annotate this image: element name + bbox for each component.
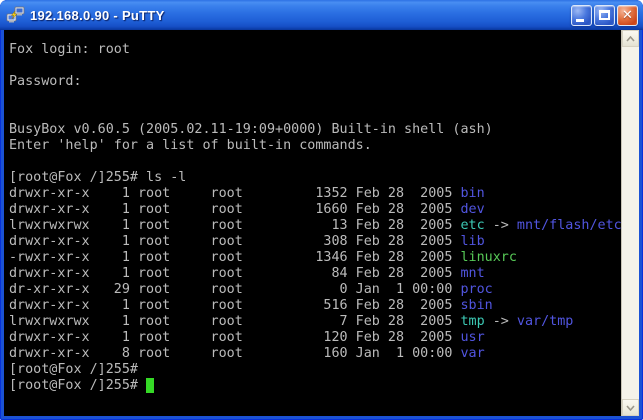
terminal-text: -rwxr-xr-x 1 root root 1346 Feb 28 2005 — [9, 250, 460, 265]
terminal-line — [9, 58, 621, 74]
terminal-text: sbin — [460, 298, 492, 313]
close-icon: ✕ — [618, 6, 637, 25]
terminal-line: drwxr-xr-x 1 root root 516 Feb 28 2005 s… — [9, 298, 621, 314]
terminal-line: Password: — [9, 74, 621, 90]
scroll-down-button[interactable] — [622, 399, 639, 416]
terminal-line — [9, 90, 621, 106]
terminal-text: drwxr-xr-x 1 root root 308 Feb 28 2005 — [9, 234, 460, 249]
terminal-text: [root@Fox /]255# ls -l — [9, 170, 186, 185]
terminal-text: mnt/flash/etc — [517, 218, 621, 233]
close-button[interactable]: ✕ — [617, 5, 638, 26]
terminal-cursor — [146, 378, 154, 393]
terminal-line: drwxr-xr-x 8 root root 160 Jan 1 00:00 v… — [9, 346, 621, 362]
terminal-text: proc — [460, 282, 492, 297]
putty-two-computers-icon — [6, 5, 26, 25]
terminal-line: -rwxr-xr-x 1 root root 1346 Feb 28 2005 … — [9, 250, 621, 266]
maximize-button[interactable] — [594, 5, 615, 26]
terminal-text: drwxr-xr-x 1 root root 516 Feb 28 2005 — [9, 298, 460, 313]
terminal-line: lrwxrwxrwx 1 root root 7 Feb 28 2005 tmp… — [9, 314, 621, 330]
title-bar[interactable]: 192.168.0.90 - PuTTY ✕ — [0, 0, 643, 30]
terminal-line: dr-xr-xr-x 29 root root 0 Jan 1 00:00 pr… — [9, 282, 621, 298]
terminal-line: drwxr-xr-x 1 root root 1660 Feb 28 2005 … — [9, 202, 621, 218]
terminal-text: var/tmp — [517, 314, 573, 329]
terminal-text: etc — [460, 218, 484, 233]
terminal-text: tmp — [460, 314, 484, 329]
scrollbar-track[interactable] — [621, 30, 639, 416]
terminal-text: lrwxrwxrwx 1 root root 7 Feb 28 2005 — [9, 314, 460, 329]
terminal-line — [9, 154, 621, 170]
terminal-text: lrwxrwxrwx 1 root root 13 Feb 28 2005 — [9, 218, 460, 233]
terminal-text: drwxr-xr-x 8 root root 160 Jan 1 00:00 — [9, 346, 460, 361]
terminal-text: -> — [485, 314, 517, 329]
terminal-text: mnt — [460, 266, 484, 281]
window-title: 192.168.0.90 - PuTTY — [30, 8, 571, 23]
terminal-text: dev — [460, 202, 484, 217]
minimize-icon — [576, 19, 584, 22]
terminal-text: linuxrc — [460, 250, 516, 265]
terminal-area: Fox login: root Password: BusyBox v0.60.… — [4, 30, 639, 416]
terminal-text: Password: — [9, 74, 82, 89]
terminal-text: Fox login: root — [9, 42, 130, 57]
terminal-screen[interactable]: Fox login: root Password: BusyBox v0.60.… — [4, 30, 621, 416]
terminal-line — [9, 106, 621, 122]
terminal-line: [root@Fox /]255# — [9, 362, 621, 378]
terminal-text: [root@Fox /]255# — [9, 378, 146, 393]
chevron-down-icon — [626, 405, 635, 411]
terminal-line: [root@Fox /]255# — [9, 378, 621, 394]
minimize-button[interactable] — [571, 5, 592, 26]
terminal-line: drwxr-xr-x 1 root root 308 Feb 28 2005 l… — [9, 234, 621, 250]
putty-window: 192.168.0.90 - PuTTY ✕ Fox login: root P… — [0, 0, 643, 420]
terminal-line: Enter 'help' for a list of built-in comm… — [9, 138, 621, 154]
window-controls: ✕ — [571, 5, 638, 26]
terminal-text: dr-xr-xr-x 29 root root 0 Jan 1 00:00 — [9, 282, 460, 297]
terminal-text: drwxr-xr-x 1 root root 84 Feb 28 2005 — [9, 266, 460, 281]
putty-app-icon[interactable] — [6, 5, 26, 25]
terminal-text: lib — [460, 234, 484, 249]
terminal-line: [root@Fox /]255# ls -l — [9, 170, 621, 186]
terminal-line: drwxr-xr-x 1 root root 84 Feb 28 2005 mn… — [9, 266, 621, 282]
terminal-line: drwxr-xr-x 1 root root 1352 Feb 28 2005 … — [9, 186, 621, 202]
terminal-text: [root@Fox /]255# — [9, 362, 138, 377]
terminal-text: var — [460, 346, 484, 361]
terminal-text: bin — [460, 186, 484, 201]
chevron-up-icon — [626, 36, 635, 42]
terminal-line: BusyBox v0.60.5 (2005.02.11-19:09+0000) … — [9, 122, 621, 138]
terminal-text: Enter 'help' for a list of built-in comm… — [9, 138, 372, 153]
terminal-text: -> — [485, 218, 517, 233]
terminal-text: drwxr-xr-x 1 root root 1660 Feb 28 2005 — [9, 202, 460, 217]
terminal-text: usr — [460, 330, 484, 345]
scroll-up-button[interactable] — [622, 30, 639, 47]
terminal-line: drwxr-xr-x 1 root root 120 Feb 28 2005 u… — [9, 330, 621, 346]
terminal-text: BusyBox v0.60.5 (2005.02.11-19:09+0000) … — [9, 122, 493, 137]
terminal-line: lrwxrwxrwx 1 root root 13 Feb 28 2005 et… — [9, 218, 621, 234]
terminal-line: Fox login: root — [9, 42, 621, 58]
maximize-icon — [599, 10, 610, 20]
terminal-text: drwxr-xr-x 1 root root 120 Feb 28 2005 — [9, 330, 460, 345]
terminal-text: drwxr-xr-x 1 root root 1352 Feb 28 2005 — [9, 186, 460, 201]
